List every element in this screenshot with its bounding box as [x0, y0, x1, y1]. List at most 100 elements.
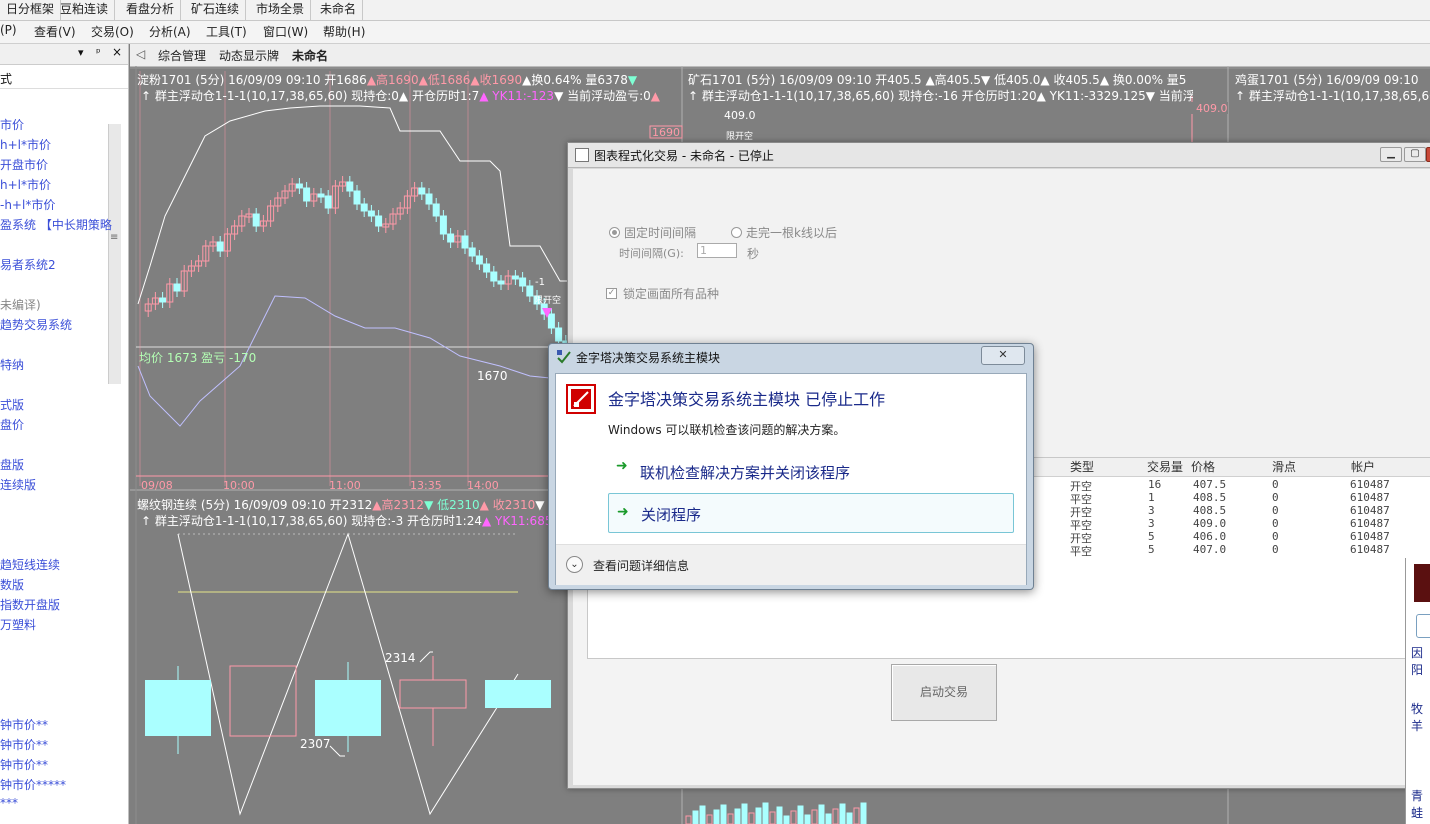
close-icon[interactable]: ×	[112, 45, 122, 59]
menu-tools[interactable]: 工具(T)	[206, 23, 247, 40]
grid-cell: 5	[1148, 530, 1155, 543]
workspace-tab[interactable]: 未命名	[314, 0, 364, 20]
grid-cell: 610487	[1350, 530, 1390, 543]
start-trading-button[interactable]: 启动交易	[891, 664, 997, 721]
maximize-button[interactable]: ▢	[1404, 147, 1426, 162]
formula-list-item[interactable]: 趋短线连续	[0, 556, 60, 573]
radio-fixed-interval-label: 固定时间间隔	[624, 226, 697, 240]
formula-list-item[interactable]: h+l*市价	[0, 176, 51, 193]
menu-window[interactable]: 窗口(W)	[263, 23, 308, 40]
menu-analysis[interactable]: 分析(A)	[149, 23, 191, 40]
workspace-tab[interactable]: 日分框架	[0, 0, 62, 20]
formula-list-item[interactable]: 钟市价**	[0, 736, 48, 753]
close-program-option[interactable]: ➜ 关闭程序	[608, 493, 1014, 533]
panel-scrollbar[interactable]: ≡	[108, 124, 121, 384]
formula-list-item[interactable]: 指数开盘版	[0, 596, 60, 613]
formula-list-item[interactable]: 易者系统2	[0, 256, 56, 273]
close-button[interactable]	[1426, 147, 1430, 162]
tab-dynamic-board[interactable]: 动态显示牌	[219, 47, 279, 64]
formula-list-item[interactable]: 开盘市价	[0, 156, 48, 173]
chart3-quote-line: 鸡蛋1701 (5分) 16/09/09 09:10	[1235, 73, 1419, 87]
side-popup: 因阳 牧羊 青蛙	[1405, 558, 1430, 824]
time-label: 09/08	[141, 479, 173, 492]
formula-list-item[interactable]: 市价	[0, 116, 24, 133]
formula-list-item[interactable]: 式版	[0, 396, 24, 413]
side-text[interactable]: 青蛙	[1411, 787, 1430, 821]
tab-scroll-left-icon[interactable]: ◁	[136, 47, 145, 61]
expand-chevron-icon[interactable]: ⌄	[566, 556, 583, 573]
candle	[490, 271, 498, 282]
grid-cell: 0	[1272, 517, 1279, 530]
interval-label: 时间间隔(G):	[619, 247, 684, 260]
side-text[interactable]: 牧羊	[1411, 700, 1430, 734]
dialog-footer: ⌄ 查看问题详细信息	[556, 544, 1026, 585]
interval-input[interactable]: 1	[697, 243, 737, 258]
workspace-tab[interactable]: 豆粕连读	[54, 0, 116, 20]
formula-list-item[interactable]: 钟市价**	[0, 756, 48, 773]
tab-overview[interactable]: 综合管理	[158, 47, 206, 64]
signal-text-label: 限开空	[534, 296, 562, 306]
radio-bar-complete-label: 走完一根k线以后	[746, 226, 837, 240]
menu-help[interactable]: 帮助(H)	[323, 23, 365, 40]
formula-list-item[interactable]: 连续版	[0, 476, 36, 493]
formula-list-item[interactable]: 趋势交易系统	[0, 316, 72, 333]
formula-list-item[interactable]: 万塑料	[0, 616, 36, 633]
menu-view[interactable]: 查看(V)	[34, 23, 76, 40]
details-link[interactable]: 查看问题详细信息	[593, 557, 689, 574]
formula-list-item[interactable]: 盘价	[0, 416, 24, 433]
tab-unnamed[interactable]: 未命名	[292, 47, 328, 64]
formula-list-item[interactable]: h+l*市价	[0, 136, 51, 153]
candle	[252, 213, 260, 227]
green-arrow-icon: ➜	[617, 504, 629, 520]
window-title: 图表程式化交易 - 未命名 - 已停止	[594, 149, 774, 163]
quote-segment: 开仓历时1:24	[403, 514, 482, 528]
workspace-tab[interactable]: 市场全景	[250, 0, 312, 20]
menu-item[interactable]: (P)	[0, 23, 17, 37]
grid-cell: 5	[1148, 543, 1155, 556]
pin-icon[interactable]: ᵖ	[96, 46, 101, 59]
column-header[interactable]: 交易量	[1147, 458, 1183, 476]
column-header[interactable]: 帐户	[1351, 458, 1375, 476]
dialog-content: 金字塔决策交易系统主模块 已停止工作 Windows 可以联机检查该问题的解决方…	[555, 373, 1027, 585]
lock-all-checkbox[interactable]: ✓	[606, 288, 617, 299]
grid-cell: 408.5	[1193, 491, 1227, 504]
chart1-strategy-line: ↑ 群主浮动仓1-1-1(10,17,38,65,60) 现持仓:0▲ 开仓历时…	[141, 87, 660, 104]
message-icon[interactable]	[1416, 614, 1430, 638]
candle	[216, 241, 224, 252]
app-icon	[575, 148, 589, 162]
formula-list-item[interactable]: 钟市价**	[0, 716, 48, 733]
candle	[303, 187, 311, 202]
quote-segment: ↑ 群主浮动仓1-1-1(10,17,38,65,60) 现持仓:-3	[141, 514, 404, 528]
column-header[interactable]: 价格	[1191, 458, 1215, 476]
formula-list-item[interactable]: ***	[0, 796, 18, 810]
dialog-close-button[interactable]: ✕	[981, 346, 1025, 365]
column-header[interactable]: 滑点	[1272, 458, 1296, 476]
window-titlebar[interactable]: 图表程式化交易 - 未命名 - 已停止 ▁ ▢	[568, 143, 1430, 168]
candle	[511, 275, 519, 280]
menu-trade[interactable]: 交易(O)	[91, 23, 134, 40]
chart4-strategy-line: ↑ 群主浮动仓1-1-1(10,17,38,65,60) 现持仓:-3 开仓历时…	[141, 512, 556, 529]
candle	[727, 813, 734, 824]
panel-dropdown-icon[interactable]: ▾	[78, 46, 84, 59]
column-header[interactable]: 类型	[1070, 458, 1094, 476]
candle	[375, 215, 383, 227]
candle	[762, 802, 769, 824]
formula-list-item[interactable]: 特纳	[0, 356, 24, 373]
candle	[692, 810, 699, 824]
formula-list-item[interactable]: 盘版	[0, 456, 24, 473]
workspace-tab[interactable]: 看盘分析	[120, 0, 182, 20]
minimize-button[interactable]: ▁	[1380, 147, 1402, 162]
formula-list-item[interactable]: 数版	[0, 576, 24, 593]
formula-list-item[interactable]: 盈系统 【中长期策略	[0, 216, 112, 233]
candle	[353, 190, 361, 205]
formula-list-item[interactable]: 钟市价*****	[0, 776, 66, 793]
radio-fixed-interval[interactable]	[609, 227, 620, 238]
quote-segment: ▲	[650, 89, 661, 103]
radio-bar-complete[interactable]	[731, 227, 742, 238]
formula-list-item[interactable]: 未编译)	[0, 296, 41, 313]
side-text[interactable]: 因阳	[1411, 644, 1430, 678]
check-online-option[interactable]: ➜ 联机检查解决方案并关闭该程序	[608, 456, 1014, 488]
candle	[860, 802, 867, 824]
formula-list-item[interactable]: -h+l*市价	[0, 196, 55, 213]
workspace-tab[interactable]: 矿石连续	[185, 0, 247, 20]
